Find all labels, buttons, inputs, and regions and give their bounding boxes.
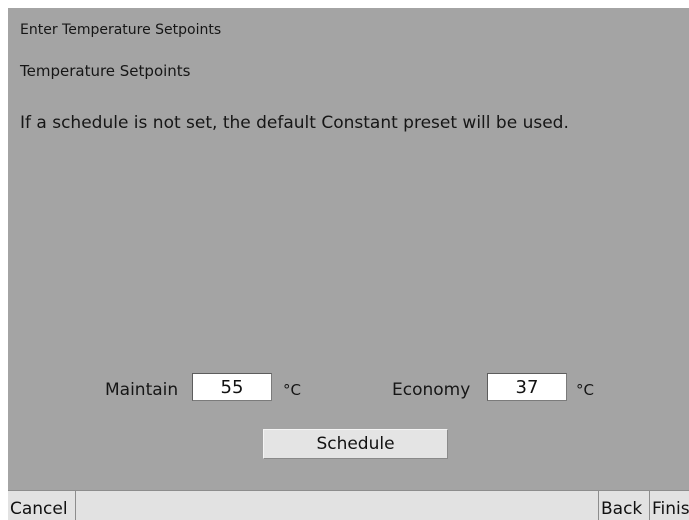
page-title: Enter Temperature Setpoints [20,22,222,38]
section-title: Temperature Setpoints [20,62,191,80]
back-button[interactable]: Back [598,491,650,520]
info-text: If a schedule is not set, the default Co… [20,113,569,133]
setpoint-screen: Enter Temperature Setpoints Temperature … [8,8,689,520]
economy-input[interactable] [487,373,567,401]
economy-unit: °C [576,381,594,399]
maintain-label: Maintain [105,380,179,400]
cancel-button[interactable]: Cancel [8,491,76,520]
maintain-unit: °C [283,381,301,399]
economy-label: Economy [392,380,471,400]
button-bar: Cancel Back Finis [8,490,689,520]
schedule-button[interactable]: Schedule [263,429,448,459]
finish-button[interactable]: Finis [650,491,689,520]
maintain-input[interactable] [192,373,272,401]
